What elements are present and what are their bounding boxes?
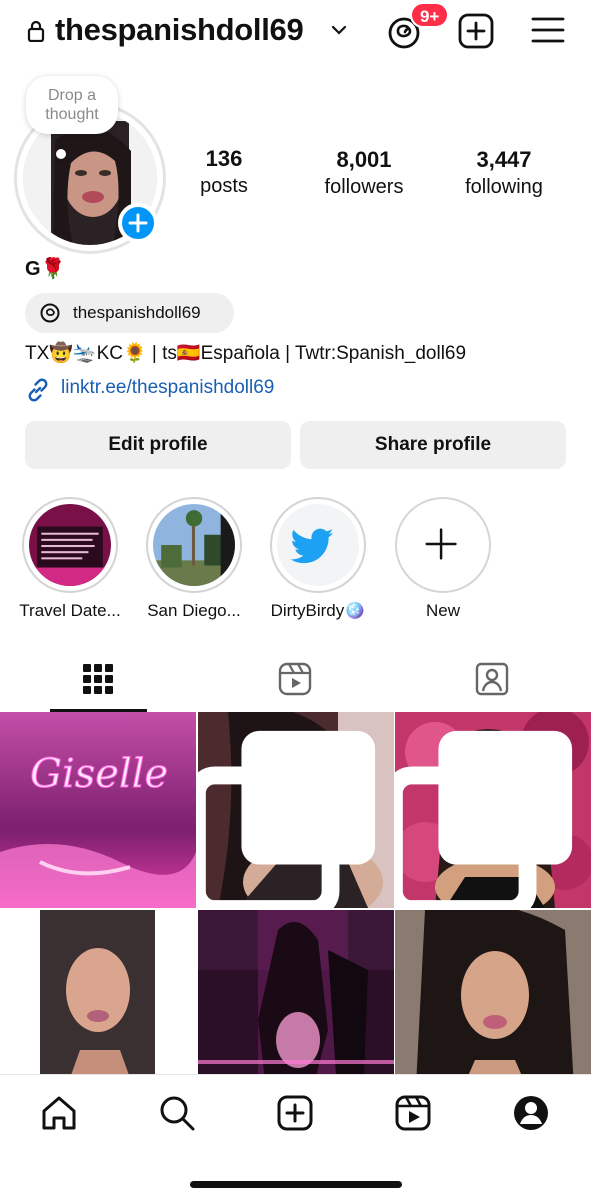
threads-handle: thespanishdoll69: [73, 303, 201, 322]
posts-count: 136: [205, 146, 243, 171]
display-name: G🌹: [25, 258, 66, 280]
neon-sign-text: Giselle: [30, 751, 168, 797]
new-highlight-button[interactable]: New: [394, 497, 492, 620]
post-thumbnail[interactable]: [395, 712, 591, 908]
share-profile-button[interactable]: Share profile: [300, 421, 566, 469]
highlight-ring: [146, 497, 242, 593]
posts-label: posts: [200, 175, 248, 197]
highlight-cover: [29, 504, 111, 586]
top-bar: thespanishdoll69 9+: [0, 0, 591, 64]
highlight-travel-dates[interactable]: Travel Date...: [19, 497, 121, 620]
link-icon: [28, 378, 48, 402]
create-icon: [277, 1095, 313, 1131]
reels-icon: [278, 662, 312, 696]
nav-reels[interactable]: [393, 1093, 433, 1133]
thought-bubble-tail: [56, 149, 66, 159]
followers-label: followers: [324, 176, 404, 198]
nav-profile[interactable]: [511, 1093, 551, 1133]
profile-username[interactable]: thespanishdoll69: [55, 12, 304, 48]
tab-tagged[interactable]: [394, 652, 591, 712]
drop-thought-bubble[interactable]: Drop a thought: [26, 76, 118, 134]
hamburger-menu-icon[interactable]: [530, 14, 566, 46]
reels-icon: [395, 1095, 431, 1131]
threads-profile-chip[interactable]: thespanishdoll69: [25, 293, 234, 333]
stat-followers[interactable]: 8,001 followers: [312, 146, 416, 200]
multiple-posts-icon: [198, 730, 376, 908]
highlight-label: DirtyBirdy🪩: [270, 601, 366, 620]
highlight-dirtybirdy[interactable]: DirtyBirdy🪩: [269, 497, 367, 620]
grid-icon: [83, 664, 113, 694]
tagged-icon: [475, 662, 509, 696]
search-icon: [160, 1096, 195, 1131]
home-indicator: [190, 1181, 402, 1188]
highlight-san-diego[interactable]: San Diego...: [145, 497, 243, 620]
highlight-cover: [153, 504, 235, 586]
bio-text: TX🤠🛬KC🌻 | ts🇪🇸Española | Twtr:Spanish_do…: [25, 343, 467, 364]
highlight-label: New: [425, 601, 460, 620]
highlight-ring: [22, 497, 118, 593]
highlight-cover: [277, 504, 359, 586]
threads-icon: [40, 303, 60, 323]
notification-badge: 9+: [410, 2, 450, 28]
plus-icon: [425, 528, 457, 560]
plus-icon: [128, 213, 148, 233]
post-thumbnail[interactable]: Giselle: [0, 712, 196, 908]
highlight-label: Travel Date...: [19, 601, 121, 620]
tab-reels[interactable]: [197, 652, 394, 712]
following-label: following: [465, 176, 543, 198]
chevron-down-icon[interactable]: [330, 22, 348, 38]
nav-home[interactable]: [39, 1093, 79, 1133]
tab-posts-grid[interactable]: [0, 652, 197, 712]
highlight-ring: [270, 497, 366, 593]
new-post-icon[interactable]: [457, 12, 495, 50]
following-count: 3,447: [476, 147, 532, 172]
stat-following[interactable]: 3,447 following: [452, 146, 556, 200]
home-icon: [42, 1096, 76, 1130]
post-thumbnail[interactable]: [198, 712, 394, 908]
add-story-button[interactable]: [118, 203, 158, 243]
lock-icon: [27, 20, 45, 42]
profile-tabs: [0, 652, 591, 712]
multiple-posts-icon: [395, 730, 573, 908]
followers-count: 8,001: [336, 147, 392, 172]
posts-grid: Giselle: [0, 712, 591, 1106]
stat-posts[interactable]: 136 posts: [188, 145, 260, 199]
profile-link-text[interactable]: linktr.ee/thespanishdoll69: [61, 377, 274, 399]
edit-profile-button[interactable]: Edit profile: [25, 421, 291, 469]
highlight-ring: [395, 497, 491, 593]
nav-search[interactable]: [157, 1093, 197, 1133]
nav-create[interactable]: [275, 1093, 315, 1133]
highlight-label: San Diego...: [147, 601, 241, 620]
profile-icon: [514, 1096, 548, 1130]
